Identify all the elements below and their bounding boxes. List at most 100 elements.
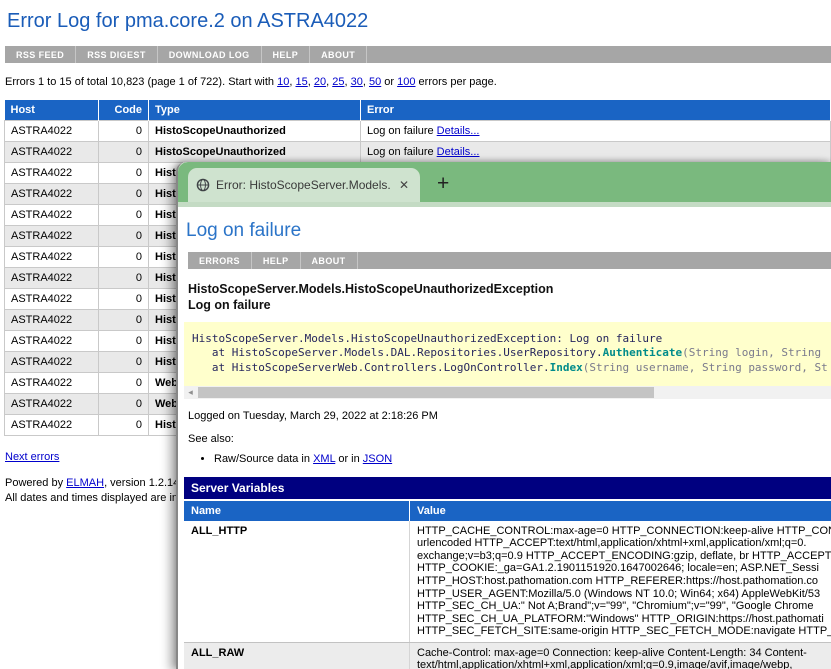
- cell-error: Log on failureDetails...: [361, 142, 831, 163]
- stack-line-3: at HistoScopeServerWeb.Controllers.LogOn…: [192, 361, 823, 375]
- cell-host: ASTRA4022: [5, 163, 99, 184]
- error-text: Log on failure: [367, 146, 434, 158]
- cell-host: ASTRA4022: [5, 331, 99, 352]
- error-text: Log on failure: [367, 125, 434, 137]
- main-navbar: RSS FEED RSS DIGEST DOWNLOAD LOG HELP AB…: [5, 46, 831, 63]
- sv-value: Cache-Control: max-age=0 Connection: kee…: [410, 643, 831, 669]
- col-header-error: Error: [361, 100, 831, 121]
- server-variables-table: Name Value ALL_HTTP HTTP_CACHE_CONTROL:m…: [184, 501, 831, 669]
- cell-host: ASTRA4022: [5, 142, 99, 163]
- cell-code: 0: [99, 331, 149, 352]
- stack-trace-block: HistoScopeServer.Models.HistoScopeUnauth…: [184, 322, 831, 386]
- stack-line-2: at HistoScopeServer.Models.DAL.Repositor…: [192, 346, 823, 360]
- cell-host: ASTRA4022: [5, 310, 99, 331]
- cell-type: HistoScopeUnauthorized: [149, 121, 361, 142]
- server-variables-header: Server Variables: [184, 477, 831, 499]
- sv-name: ALL_HTTP: [184, 521, 410, 642]
- col-header-host: Host: [5, 100, 99, 121]
- cell-host: ASTRA4022: [5, 394, 99, 415]
- sv-col-value: Value: [410, 501, 831, 521]
- tab-close-icon[interactable]: ✕: [396, 178, 412, 192]
- see-also-label: See also:: [188, 433, 831, 445]
- sv-name: ALL_RAW: [184, 643, 410, 669]
- nav-download-log[interactable]: DOWNLOAD LOG: [158, 46, 262, 63]
- page-size-25[interactable]: 25: [332, 76, 344, 88]
- cell-host: ASTRA4022: [5, 184, 99, 205]
- details-link[interactable]: Details...: [437, 125, 480, 137]
- stack-method-args: (String username, String password, St: [583, 361, 828, 374]
- cell-code: 0: [99, 121, 149, 142]
- sv-row: ALL_HTTP HTTP_CACHE_CONTROL:max-age=0 HT…: [184, 521, 831, 643]
- horizontal-scrollbar[interactable]: ◂: [184, 386, 831, 399]
- cell-error: Log on failureDetails...: [361, 121, 831, 142]
- raw-mid-text: or in: [335, 453, 363, 465]
- json-link[interactable]: JSON: [363, 453, 392, 465]
- cell-host: ASTRA4022: [5, 415, 99, 436]
- nav-help[interactable]: HELP: [262, 46, 311, 63]
- nav-about[interactable]: ABOUT: [310, 46, 367, 63]
- powered-pre: Powered by: [5, 477, 66, 489]
- cell-code: 0: [99, 184, 149, 205]
- scrollbar-thumb[interactable]: [198, 387, 654, 398]
- cell-host: ASTRA4022: [5, 226, 99, 247]
- error-detail-window: Error: HistoScopeServer.Models.H ✕ + Log…: [176, 162, 831, 669]
- tab-strip: Error: HistoScopeServer.Models.H ✕ +: [178, 162, 831, 202]
- table-row: ASTRA4022 0 HistoScopeUnauthorized Log o…: [5, 121, 831, 142]
- page-size-100[interactable]: 100: [397, 76, 415, 88]
- stack-frame-text: at HistoScopeServerWeb.Controllers.LogOn…: [192, 361, 550, 374]
- globe-icon: [196, 178, 210, 192]
- page-title: Error Log for pma.core.2 on ASTRA4022: [7, 10, 831, 33]
- nav-rss-digest[interactable]: RSS DIGEST: [76, 46, 158, 63]
- cell-type: HistoScopeUnauthorized: [149, 142, 361, 163]
- pager-line: Errors 1 to 15 of total 10,823 (page 1 o…: [5, 76, 831, 88]
- cell-host: ASTRA4022: [5, 247, 99, 268]
- popup-nav-errors[interactable]: ERRORS: [188, 252, 252, 269]
- cell-host: ASTRA4022: [5, 121, 99, 142]
- popup-nav-help[interactable]: HELP: [252, 252, 301, 269]
- exception-message: Log on failure: [188, 297, 831, 313]
- page-size-30[interactable]: 30: [351, 76, 363, 88]
- raw-pre-text: Raw/Source data in: [214, 453, 313, 465]
- cell-host: ASTRA4022: [5, 373, 99, 394]
- stack-method-name: Index: [550, 361, 583, 374]
- raw-source-item: Raw/Source data in XML or in JSON: [214, 453, 831, 465]
- see-also-list: Raw/Source data in XML or in JSON: [188, 453, 831, 465]
- page-size-50[interactable]: 50: [369, 76, 381, 88]
- cell-code: 0: [99, 289, 149, 310]
- page-size-15[interactable]: 15: [295, 76, 307, 88]
- stack-method-name: Authenticate: [603, 346, 682, 359]
- next-errors-link[interactable]: Next errors: [5, 451, 59, 463]
- stack-frame-text: at HistoScopeServer.Models.DAL.Repositor…: [192, 346, 603, 359]
- table-header-row: Host Code Type Error: [5, 100, 831, 121]
- error-heading: Log on failure: [186, 220, 831, 242]
- exception-type: HistoScopeServer.Models.HistoScopeUnauth…: [188, 281, 831, 297]
- exception-heading: HistoScopeServer.Models.HistoScopeUnauth…: [188, 281, 831, 313]
- cell-code: 0: [99, 163, 149, 184]
- sv-header-row: Name Value: [184, 501, 831, 521]
- page-size-20[interactable]: 20: [314, 76, 326, 88]
- details-link[interactable]: Details...: [437, 146, 480, 158]
- nav-rss-feed[interactable]: RSS FEED: [5, 46, 76, 63]
- cell-host: ASTRA4022: [5, 205, 99, 226]
- col-header-type: Type: [149, 100, 361, 121]
- xml-link[interactable]: XML: [313, 453, 335, 465]
- cell-code: 0: [99, 310, 149, 331]
- cell-code: 0: [99, 415, 149, 436]
- sv-value: HTTP_CACHE_CONTROL:max-age=0 HTTP_CONNEC…: [410, 521, 831, 642]
- cell-host: ASTRA4022: [5, 268, 99, 289]
- cell-code: 0: [99, 373, 149, 394]
- cell-code: 0: [99, 226, 149, 247]
- elmah-link[interactable]: ELMAH: [66, 477, 104, 489]
- tab-title: Error: HistoScopeServer.Models.H: [216, 178, 390, 192]
- page-size-10[interactable]: 10: [277, 76, 289, 88]
- scroll-left-arrow-icon[interactable]: ◂: [184, 386, 197, 399]
- popup-nav-about[interactable]: ABOUT: [301, 252, 358, 269]
- cell-code: 0: [99, 352, 149, 373]
- cell-host: ASTRA4022: [5, 352, 99, 373]
- new-tab-button[interactable]: +: [437, 173, 449, 194]
- browser-tab[interactable]: Error: HistoScopeServer.Models.H ✕: [188, 168, 420, 202]
- logged-on-text: Logged on Tuesday, March 29, 2022 at 2:1…: [188, 410, 831, 422]
- stack-method-args: (String login, String: [682, 346, 828, 359]
- cell-code: 0: [99, 247, 149, 268]
- pager-or: or: [381, 76, 397, 88]
